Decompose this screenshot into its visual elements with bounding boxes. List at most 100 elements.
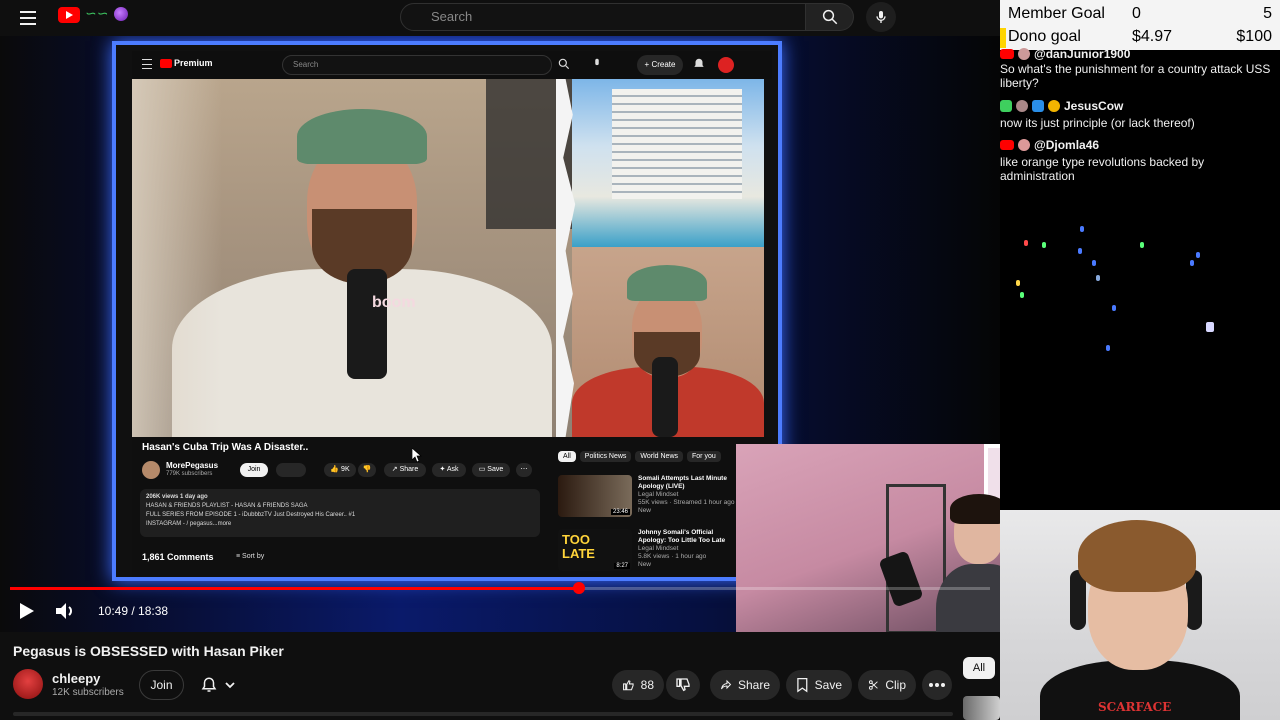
menu-icon[interactable] — [16, 6, 40, 30]
shirt-print-text: SCARFACE — [1098, 700, 1172, 714]
save-button[interactable]: Save — [786, 670, 852, 700]
member-goal-label: Member Goal — [1008, 5, 1105, 22]
volume-icon[interactable] — [54, 601, 76, 621]
embedded-video-title: Hasan's Cuba Trip Was A Disaster.. — [142, 442, 309, 453]
progress-bar-fill — [10, 587, 579, 590]
time-display: 10:49 / 18:38 — [98, 604, 169, 618]
embedded-avatar — [718, 57, 734, 73]
embedded-rec-item: Somali Attempts Last Minute Apology (LIV… — [638, 475, 735, 514]
embedded-share-button: ↗ Share — [384, 463, 426, 477]
embedded-menu-icon — [142, 59, 152, 69]
embedded-channel-subs: 779K subscribers — [166, 471, 213, 477]
bell-icon — [201, 677, 217, 692]
user-avatar — [1018, 48, 1030, 60]
member-goal-current: 0 — [1132, 5, 1141, 22]
webcam-person — [936, 494, 1000, 632]
recommendation-thumbnail[interactable] — [963, 696, 1000, 720]
embedded-dislike-button: 👎 — [358, 463, 376, 477]
dono-goal-progress — [1000, 28, 1006, 48]
dislike-button[interactable] — [666, 670, 700, 700]
clip-button[interactable]: Clip — [858, 670, 916, 700]
embedded-hotel-image — [572, 79, 764, 247]
dono-goal-label: Dono goal — [1008, 28, 1081, 45]
chat-username: @danJunior1900 — [1034, 48, 1131, 60]
embedded-second-camera — [572, 247, 764, 437]
play-icon[interactable] — [16, 601, 36, 621]
share-button[interactable]: Share — [710, 670, 780, 700]
chat-message: JesusCow now its just principle (or lack… — [1000, 98, 1280, 130]
embedded-logo: Premium — [160, 58, 213, 69]
chip-all[interactable]: All — [963, 657, 995, 679]
embedded-screen-capture: Premium Search + Create boom Hasan's Cub… — [112, 41, 782, 581]
embedded-create-button: + Create — [637, 55, 683, 75]
chat-text: like orange type revolutions backed by a… — [1000, 155, 1205, 183]
thumbs-down-icon — [676, 678, 690, 692]
embedded-chip: For you — [687, 451, 721, 462]
channel-name[interactable]: chleepy — [52, 671, 100, 686]
user-avatar — [1016, 100, 1028, 112]
gift-badge-icon — [1048, 100, 1060, 112]
embedded-chip: World News — [635, 451, 684, 462]
chat-text: So what's the punishment for a country a… — [1000, 62, 1271, 90]
sub-badge-icon — [1032, 100, 1044, 112]
share-icon — [721, 679, 732, 690]
embedded-chip: Politics News — [579, 451, 632, 462]
doodle-logo[interactable]: ∽∽ — [84, 5, 128, 27]
goal-tracker: Member Goal 0 5 Dono goal $4.97 $100 — [1000, 0, 1280, 50]
chat-text: now its just principle (or lack thereof) — [1000, 116, 1195, 130]
embedded-channel-avatar — [142, 461, 160, 479]
youtube-badge-icon — [1000, 49, 1014, 59]
channel-avatar[interactable] — [13, 669, 43, 699]
embedded-rec-thumbnail: TOO LATE 8:27 — [558, 529, 632, 571]
microphone-icon — [876, 11, 886, 23]
streamer-webcam — [736, 444, 1000, 632]
search-button[interactable] — [806, 3, 854, 31]
facecam-hair — [1078, 520, 1196, 592]
video-player[interactable]: Premium Search + Create boom Hasan's Cub… — [0, 36, 1000, 632]
description-box-edge — [13, 712, 953, 716]
embedded-masthead: Premium Search + Create — [132, 51, 772, 79]
youtube-logo[interactable] — [58, 7, 80, 23]
embedded-like-button: 👍 9K — [324, 463, 356, 477]
embedded-description: 206K views 1 day ago HASAN & FRIENDS PLA… — [140, 489, 540, 537]
kick-badge-icon — [1000, 100, 1012, 112]
member-goal-max: 5 — [1263, 5, 1272, 22]
more-actions-button[interactable] — [922, 670, 952, 700]
overlay-text: boom — [372, 294, 416, 311]
chat-username: @Djomla46 — [1034, 138, 1100, 152]
embedded-join-button: Join — [240, 463, 268, 477]
user-avatar — [1018, 139, 1030, 151]
embedded-more-button: ⋯ — [516, 463, 532, 477]
embedded-ask-button: ✦ Ask — [432, 463, 466, 477]
youtube-badge-icon — [1000, 140, 1014, 150]
masthead: ∽∽ Search — [0, 0, 1000, 36]
dono-goal-current: $4.97 — [1132, 28, 1173, 45]
scissors-icon — [868, 680, 878, 690]
bookmark-icon — [797, 678, 808, 693]
embedded-chip: All — [558, 451, 576, 462]
embedded-sort-button: ≡ Sort by — [236, 553, 265, 560]
voice-search-button[interactable] — [866, 2, 896, 32]
chevron-down-icon — [225, 682, 235, 689]
embedded-chip-bar: All Politics News World News For you — [558, 451, 725, 462]
embedded-watch-info: Hasan's Cuba Trip Was A Disaster.. MoreP… — [132, 437, 772, 577]
chat-username: JesusCow — [1064, 99, 1124, 113]
subscribe-bell-button[interactable] — [190, 670, 246, 700]
streamer-facecam: SCARFACE — [1000, 510, 1280, 720]
embedded-save-button: ▭ Save — [472, 463, 510, 477]
embedded-subscribe-bell — [276, 463, 306, 477]
search-input[interactable]: Search — [400, 3, 806, 31]
mouse-cursor-icon — [412, 448, 422, 462]
dono-goal-max: $100 — [1236, 28, 1272, 45]
join-button[interactable]: Join — [139, 670, 184, 700]
embedded-search-icon — [558, 58, 570, 70]
embedded-microphone-icon — [595, 58, 599, 66]
embedded-search-input: Search — [282, 55, 552, 75]
progress-scrubber[interactable] — [573, 582, 585, 594]
subscriber-count: 12K subscribers — [52, 687, 124, 698]
search-icon — [822, 9, 837, 25]
like-button[interactable]: 88 — [612, 670, 664, 700]
embedded-bell-icon — [694, 58, 704, 67]
thumbs-up-icon — [623, 680, 634, 691]
embedded-comments-count: 1,861 Comments — [142, 552, 214, 562]
